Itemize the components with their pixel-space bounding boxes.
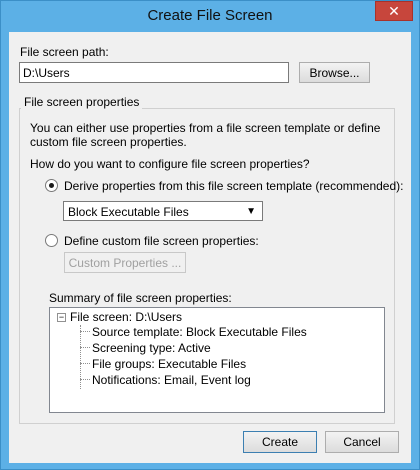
properties-description: You can either use properties from a fil… [30,121,381,149]
custom-properties-button[interactable]: Custom Properties ... [64,252,186,273]
tree-root-item[interactable]: File screen: D:\Users [70,310,182,324]
create-button[interactable]: Create [243,431,317,453]
tree-branch [80,347,90,348]
template-select[interactable]: Block Executable Files ▼ [63,201,263,221]
title-bar: Create File Screen ✕ [1,1,419,31]
tree-branch [80,363,90,364]
dialog-body: File screen path: D:\Users Browse... Fil… [9,32,411,463]
chevron-down-icon: ▼ [246,206,256,217]
tree-branch [80,379,90,380]
radio-selected-dot [49,183,54,188]
tree-branch [80,331,90,332]
collapse-icon[interactable]: − [57,313,66,322]
define-custom-label[interactable]: Define custom file screen properties: [64,234,259,248]
summary-label: Summary of file screen properties: [49,291,232,305]
file-screen-path-label: File screen path: [20,45,109,59]
create-file-screen-dialog: Create File Screen ✕ File screen path: D… [0,0,420,470]
browse-button[interactable]: Browse... [299,62,370,83]
window-title: Create File Screen [147,7,273,24]
derive-from-template-radio[interactable] [45,179,58,192]
summary-tree[interactable]: − File screen: D:\Users Source template:… [49,307,385,413]
tree-child-item[interactable]: Notifications: Email, Event log [92,373,251,387]
file-screen-path-input[interactable]: D:\Users [19,62,289,83]
template-select-value: Block Executable Files [68,205,189,219]
define-custom-radio[interactable] [45,234,58,247]
cancel-button[interactable]: Cancel [325,431,399,453]
tree-child-item[interactable]: File groups: Executable Files [92,357,246,371]
tree-child-item[interactable]: Screening type: Active [92,341,211,355]
file-screen-properties-group-title: File screen properties [21,95,143,109]
close-button[interactable]: ✕ [375,1,413,21]
configure-question: How do you want to configure file screen… [30,157,310,171]
derive-from-template-label[interactable]: Derive properties from this file screen … [64,179,403,193]
tree-child-item[interactable]: Source template: Block Executable Files [92,325,307,339]
close-icon: ✕ [388,2,400,19]
